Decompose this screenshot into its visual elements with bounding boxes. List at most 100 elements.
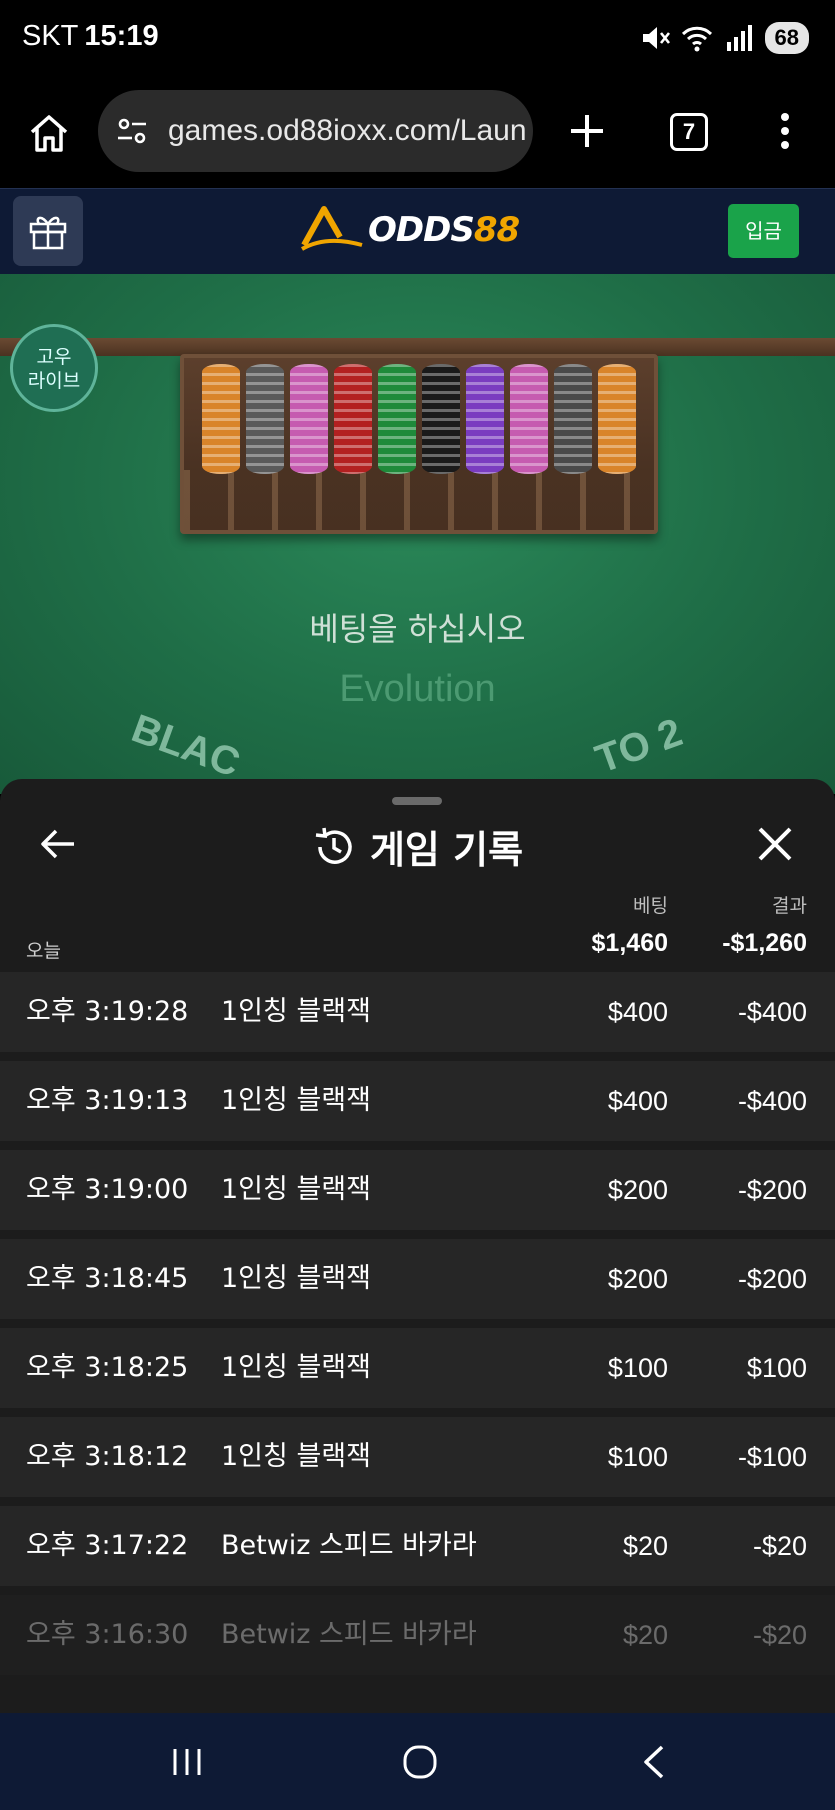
home-icon[interactable] xyxy=(26,110,72,156)
drag-handle[interactable] xyxy=(392,797,442,805)
live-badge-line2: 라이브 xyxy=(27,370,81,392)
panel-title: 게임 기록 xyxy=(0,819,835,874)
address-bar[interactable]: games.od88ioxx.com/Laun xyxy=(98,90,533,172)
new-tab-icon[interactable] xyxy=(566,110,608,152)
history-row[interactable]: 오후 3:19:13 1인칭 블랙잭 $400 -$400 xyxy=(0,1061,835,1141)
chip-stack xyxy=(422,364,460,474)
chip-stack xyxy=(554,364,592,474)
close-icon[interactable] xyxy=(756,825,794,863)
chip-stack xyxy=(510,364,548,474)
row-time: 오후 3:19:00 xyxy=(26,1174,189,1205)
gift-button[interactable] xyxy=(13,196,83,266)
today-label: 오늘 xyxy=(26,940,61,962)
history-row[interactable]: 오후 3:19:28 1인칭 블랙잭 $400 -$400 xyxy=(0,972,835,1052)
deposit-button[interactable]: 입금 xyxy=(728,204,799,258)
status-bar: SKT 15:19 68 xyxy=(0,0,835,82)
history-row[interactable]: 오후 3:18:25 1인칭 블랙잭 $100 $100 xyxy=(0,1328,835,1408)
live-badge[interactable]: 고우 라이브 xyxy=(10,324,98,412)
chip-stack xyxy=(290,364,328,474)
row-bet: $20 xyxy=(622,1620,668,1650)
wifi-icon xyxy=(681,26,712,52)
row-result: -$20 xyxy=(752,1620,807,1650)
mute-icon xyxy=(642,27,670,49)
battery-indicator: 68 xyxy=(764,22,809,54)
chip-stack xyxy=(466,364,504,474)
provider-logo: Evolution xyxy=(339,668,496,710)
row-time: 오후 3:19:13 xyxy=(26,1085,189,1116)
status-time: 15:19 xyxy=(84,20,159,52)
row-result: -$400 xyxy=(737,1086,807,1116)
row-game: 1인칭 블랙잭 xyxy=(221,1352,371,1383)
row-game: 1인칭 블랙잭 xyxy=(221,1441,371,1472)
table-print-left: BLAC xyxy=(125,706,246,786)
row-game: 1인칭 블랙잭 xyxy=(221,1174,371,1205)
carrier-name: SKT xyxy=(22,20,79,52)
row-bet: $200 xyxy=(607,1175,668,1205)
chip-stack xyxy=(334,364,372,474)
history-icon xyxy=(315,827,352,864)
recent-apps-icon[interactable] xyxy=(170,1746,204,1778)
status-carrier: SKT 15:19 xyxy=(22,20,159,53)
row-result: -$200 xyxy=(737,1175,807,1205)
row-game: 1인칭 블랙잭 xyxy=(221,1263,371,1294)
chip-stack xyxy=(202,364,240,474)
history-row[interactable]: 오후 3:18:12 1인칭 블랙잭 $100 -$100 xyxy=(0,1417,835,1497)
column-header-bet: 베팅 xyxy=(633,895,668,917)
row-bet: $100 xyxy=(607,1442,668,1472)
logo-mark-icon xyxy=(300,206,363,251)
back-icon[interactable] xyxy=(640,1743,668,1781)
row-bet: $400 xyxy=(607,1086,668,1116)
row-game: 1인칭 블랙잭 xyxy=(221,996,371,1027)
gift-icon xyxy=(29,216,67,250)
browser-toolbar: games.od88ioxx.com/Laun 7 xyxy=(0,82,835,188)
place-bets-prompt: 베팅을 하십시오 xyxy=(309,610,526,648)
row-time: 오후 3:19:28 xyxy=(26,996,189,1027)
row-game: Betwiz 스피드 바카라 xyxy=(221,1619,477,1650)
site-settings-icon[interactable] xyxy=(114,113,150,149)
chip-stack xyxy=(378,364,416,474)
row-bet: $200 xyxy=(607,1264,668,1294)
home-icon[interactable] xyxy=(402,1744,438,1780)
row-bet: $100 xyxy=(607,1353,668,1383)
history-row[interactable]: 오후 3:17:22 Betwiz 스피드 바카라 $20 -$20 xyxy=(0,1506,835,1586)
total-bet: $1,460 xyxy=(591,929,668,957)
tab-switcher-button[interactable]: 7 xyxy=(670,113,708,151)
chip-stack xyxy=(598,364,636,474)
history-row[interactable]: 오후 3:18:45 1인칭 블랙잭 $200 -$200 xyxy=(0,1239,835,1319)
row-result: $100 xyxy=(746,1353,807,1383)
history-row[interactable]: 오후 3:19:00 1인칭 블랙잭 $200 -$200 xyxy=(0,1150,835,1230)
logo-text-gold: 88 xyxy=(473,210,520,250)
chip-stack xyxy=(246,364,284,474)
row-time: 오후 3:18:12 xyxy=(26,1441,189,1472)
menu-icon[interactable] xyxy=(770,110,800,152)
url-text: games.od88ioxx.com/Laun xyxy=(168,114,527,147)
panel-title-text: 게임 기록 xyxy=(369,828,524,872)
row-result: -$100 xyxy=(737,1442,807,1472)
system-nav-bar xyxy=(0,1713,835,1810)
chip-tray xyxy=(180,354,658,534)
row-game: 1인칭 블랙잭 xyxy=(221,1085,371,1116)
site-header: ODDS88 입금 xyxy=(0,188,835,274)
row-game: Betwiz 스피드 바카라 xyxy=(221,1530,477,1561)
row-bet: $400 xyxy=(607,997,668,1027)
table-print-right: TO 2 xyxy=(589,710,688,782)
history-row[interactable]: 오후 3:16:30 Betwiz 스피드 바카라 $20 -$20 xyxy=(0,1595,835,1675)
total-result: -$1,260 xyxy=(722,929,807,957)
signal-icon xyxy=(726,25,752,51)
site-logo[interactable]: ODDS88 xyxy=(300,205,520,255)
row-bet: $20 xyxy=(622,1531,668,1561)
row-time: 오후 3:17:22 xyxy=(26,1530,189,1561)
row-result: -$20 xyxy=(752,1531,807,1561)
logo-text: ODDS88 xyxy=(368,210,520,250)
history-list: 오후 3:19:28 1인칭 블랙잭 $400 -$400 오후 3:19:13… xyxy=(0,972,835,1684)
status-icons: 68 xyxy=(639,22,809,54)
row-time: 오후 3:18:45 xyxy=(26,1263,189,1294)
logo-text-white: ODDS xyxy=(368,210,475,250)
game-table[interactable]: 고우 라이브 베팅을 하십시오 Evolution BLAC TO 2 xyxy=(0,274,835,794)
game-history-panel: 게임 기록 베팅 결과 오늘 $1,460 -$1,260 오후 3:19:28… xyxy=(0,779,835,1713)
row-result: -$200 xyxy=(737,1264,807,1294)
row-time: 오후 3:16:30 xyxy=(26,1619,189,1650)
live-badge-line1: 고우 xyxy=(36,346,72,368)
column-header-result: 결과 xyxy=(772,895,807,917)
tray-floor xyxy=(184,470,654,530)
